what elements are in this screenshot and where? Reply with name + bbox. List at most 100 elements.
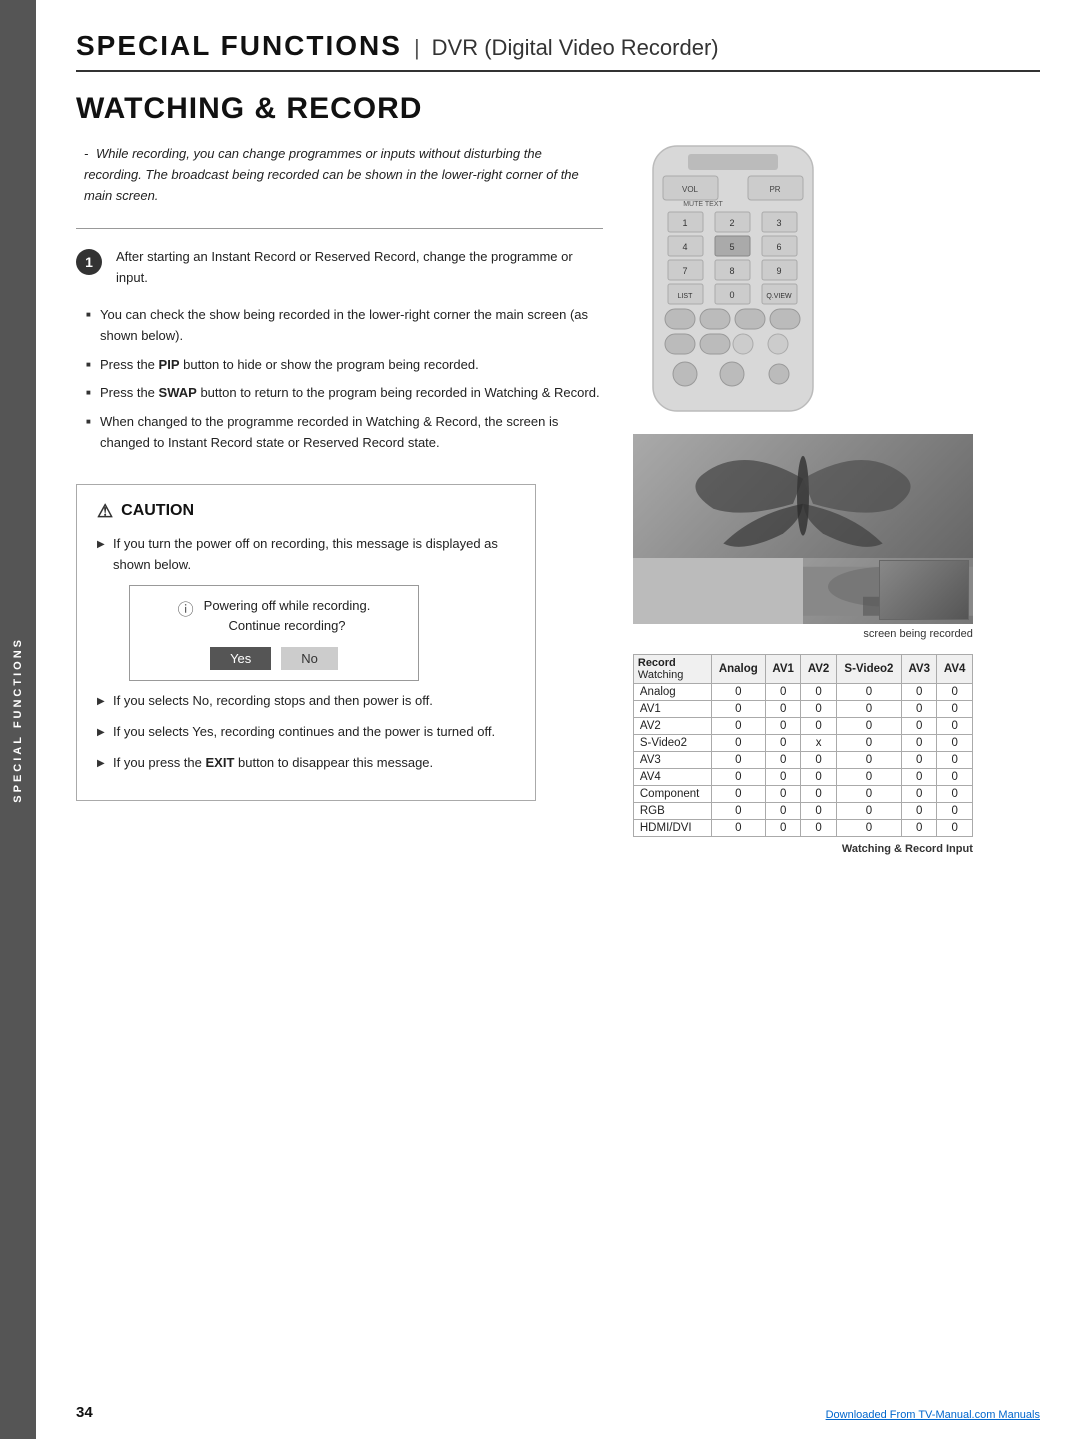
table-cell: 0 (766, 735, 801, 752)
remote-control-image: VOL PR MUTE TEXT 1 2 3 4 (633, 144, 853, 424)
table-row-label: AV4 (633, 769, 711, 786)
step-block-1: 1 After starting an Instant Record or Re… (76, 247, 603, 289)
table-cell: 0 (711, 701, 765, 718)
intro-dash: - (84, 146, 88, 161)
table-cell: 0 (937, 701, 972, 718)
svg-text:PR: PR (769, 185, 780, 194)
sidebar: SPECIAL FUNCTIONS (0, 0, 36, 1439)
table-cell: 0 (711, 820, 765, 837)
table-cell: 0 (836, 769, 901, 786)
dialog-buttons: Yes No (210, 647, 338, 670)
table-row-label: RGB (633, 803, 711, 820)
table-row: Component000000 (633, 786, 972, 803)
table-row-label: AV2 (633, 718, 711, 735)
page-number: 34 (76, 1404, 93, 1421)
screen-recorded-image (633, 434, 973, 624)
svg-text:7: 7 (682, 266, 687, 276)
table-cell: 0 (711, 752, 765, 769)
two-col-layout: - While recording, you can change progra… (76, 144, 1040, 855)
table-row: AV3000000 (633, 752, 972, 769)
page-header: SPECIAL FUNCTIONS | DVR (Digital Video R… (76, 30, 1040, 72)
table-cell: 0 (836, 701, 901, 718)
table-header-av2: AV2 (801, 655, 836, 684)
caution-item-1: If you turn the power off on recording, … (97, 534, 515, 682)
remote-svg: VOL PR MUTE TEXT 1 2 3 4 (633, 144, 833, 414)
table-cell: 0 (711, 786, 765, 803)
svg-text:Q.VIEW: Q.VIEW (766, 293, 792, 300)
table-cell: 0 (801, 786, 836, 803)
table-header-analog: Analog (711, 655, 765, 684)
table-cell: 0 (937, 752, 972, 769)
dialog-icon: ⓘ (178, 598, 194, 624)
section-title: WATCHING & RECORD (76, 92, 1040, 126)
table-cell: 0 (801, 820, 836, 837)
table-cell: 0 (902, 803, 937, 820)
table-header-svideo2: S-Video2 (836, 655, 901, 684)
table-cell: 0 (902, 769, 937, 786)
dialog-no-button[interactable]: No (281, 647, 338, 670)
table-cell: 0 (801, 752, 836, 769)
caution-icon: ⚠ (97, 501, 113, 522)
left-column: - While recording, you can change progra… (76, 144, 603, 855)
table-row: AV4000000 (633, 769, 972, 786)
header-special: SPECIAL FUNCTIONS (76, 30, 402, 62)
screen-inset (879, 560, 969, 620)
bullet-item-2: Press the PIP button to hide or show the… (86, 355, 603, 376)
table-cell: 0 (836, 786, 901, 803)
table-cell: 0 (766, 769, 801, 786)
table-header-record: Record Watching (633, 655, 711, 684)
svg-text:4: 4 (682, 242, 687, 252)
intro-body: While recording, you can change programm… (84, 146, 579, 203)
svg-text:0: 0 (729, 290, 734, 300)
table-cell: 0 (937, 786, 972, 803)
table-cell: 0 (766, 684, 801, 701)
table-cell: 0 (711, 803, 765, 820)
table-header-av3: AV3 (902, 655, 937, 684)
table-cell: 0 (766, 718, 801, 735)
table-cell: 0 (836, 718, 901, 735)
table-header-av1: AV1 (766, 655, 801, 684)
caution-label: CAUTION (121, 502, 194, 520)
main-content: SPECIAL FUNCTIONS | DVR (Digital Video R… (36, 0, 1080, 885)
table-row-label: HDMI/DVI (633, 820, 711, 837)
table-cell: 0 (711, 735, 765, 752)
table-cell: 0 (937, 735, 972, 752)
svg-text:VOL: VOL (682, 185, 699, 194)
table-row-label: AV1 (633, 701, 711, 718)
svg-text:6: 6 (776, 242, 781, 252)
footer-link[interactable]: Downloaded From TV-Manual.com Manuals (826, 1409, 1040, 1421)
footer: 34 Downloaded From TV-Manual.com Manuals (36, 1404, 1080, 1421)
dialog-text: Powering off while recording. Continue r… (204, 596, 371, 635)
table-cell: x (801, 735, 836, 752)
dialog-yes-button[interactable]: Yes (210, 647, 271, 670)
right-column: VOL PR MUTE TEXT 1 2 3 4 (633, 144, 1040, 855)
table-cell: 0 (902, 701, 937, 718)
caution-section: ⚠ CAUTION If you turn the power off on r… (76, 484, 536, 801)
table-cell: 0 (902, 735, 937, 752)
bullet-item-4: When changed to the programme recorded i… (86, 412, 603, 454)
table-cell: 0 (836, 684, 901, 701)
table-caption: Watching & Record Input (633, 843, 973, 855)
svg-text:LIST: LIST (677, 293, 693, 300)
svg-text:8: 8 (729, 266, 734, 276)
sidebar-label: SPECIAL FUNCTIONS (12, 637, 24, 803)
table-cell: 0 (711, 769, 765, 786)
header-subtitle: DVR (Digital Video Recorder) (432, 35, 719, 61)
table-cell: 0 (836, 820, 901, 837)
table-cell: 0 (902, 820, 937, 837)
table-cell: 0 (711, 718, 765, 735)
bullet-item-3: Press the SWAP button to return to the p… (86, 383, 603, 404)
svg-text:3: 3 (776, 218, 781, 228)
header-divider: | (414, 35, 420, 61)
table-cell: 0 (902, 786, 937, 803)
intro-text: - While recording, you can change progra… (76, 144, 603, 206)
table-cell: 0 (801, 803, 836, 820)
table-cell: 0 (766, 786, 801, 803)
table-cell: 0 (937, 684, 972, 701)
table-cell: 0 (766, 752, 801, 769)
dialog-row: ⓘ Powering off while recording. Continue… (178, 596, 371, 635)
table-row: AV1000000 (633, 701, 972, 718)
step-circle-1: 1 (76, 249, 102, 275)
table-cell: 0 (937, 803, 972, 820)
table-cell: 0 (801, 769, 836, 786)
